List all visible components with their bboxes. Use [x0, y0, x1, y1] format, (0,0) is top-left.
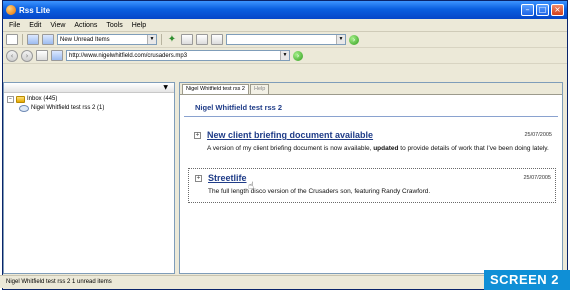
tab-feed[interactable]: Nigel Whitfield test rss 2	[182, 84, 249, 94]
close-button[interactable]: ×	[551, 4, 564, 16]
tree-item-feed[interactable]: Nigel Whitfield test rss 2 (1)	[7, 104, 171, 113]
menu-tools[interactable]: Tools	[106, 22, 122, 29]
search-icon[interactable]	[211, 34, 223, 45]
layout-icon[interactable]	[196, 34, 208, 45]
toolbar-separator	[161, 34, 162, 45]
collapse-icon[interactable]: −	[7, 96, 14, 103]
feed-icon	[19, 105, 29, 112]
hand-cursor-icon: ☝	[248, 181, 255, 192]
chevron-down-icon[interactable]: ▼	[280, 51, 289, 60]
tree-item-inbox[interactable]: − Inbox (445)	[7, 95, 171, 104]
page-icon	[51, 50, 63, 61]
search-go-button[interactable]: ›	[349, 34, 359, 45]
item-body: A version of my client briefing document…	[194, 143, 552, 154]
pane-menu-icon[interactable]: ▼	[163, 84, 168, 91]
tree-item-label: Nigel Whitfield test rss 2 (1)	[31, 105, 105, 111]
feed-tree: − Inbox (445) Nigel Whitfield test rss 2…	[4, 93, 174, 115]
menu-file[interactable]: File	[9, 22, 20, 29]
expand-icon[interactable]: +	[195, 174, 202, 182]
back-button[interactable]: ‹	[6, 49, 18, 62]
item-body-text: to provide details of work that I've bee…	[398, 145, 549, 152]
maximize-button[interactable]: □	[536, 4, 549, 16]
view-selector[interactable]: New Unread Items ▼	[57, 34, 157, 45]
menu-edit[interactable]: Edit	[29, 22, 41, 29]
search-combo[interactable]: ▼	[226, 34, 346, 45]
chevron-down-icon[interactable]: ▼	[336, 35, 345, 44]
menu-bar: File Edit View Actions Tools Help	[3, 19, 567, 32]
new-document-icon[interactable]	[6, 34, 18, 45]
title-bar: Rss Lite – □ ×	[3, 1, 567, 19]
reading-pane: Nigel Whitfield test rss 2 Help Nigel Wh…	[179, 82, 563, 274]
view-selector-value: New Unread Items	[60, 36, 110, 43]
tree-item-label: Inbox (445)	[27, 96, 58, 102]
window-title: Rss Lite	[19, 5, 51, 15]
expand-icon[interactable]: +	[194, 131, 201, 139]
item-body-bold: updated	[373, 145, 399, 152]
save-icon[interactable]	[27, 34, 39, 45]
inbox-icon	[16, 96, 25, 103]
chevron-down-icon[interactable]: ▼	[147, 35, 156, 44]
feed-item: + New client briefing document available…	[188, 126, 556, 159]
refresh-icon[interactable]	[36, 50, 48, 61]
subscribe-icon[interactable]: ✦	[166, 34, 178, 45]
tab-help[interactable]: Help	[250, 84, 270, 94]
item-date: 25/07/2005	[523, 175, 551, 181]
minimize-button[interactable]: –	[521, 4, 534, 16]
forward-button[interactable]: ›	[21, 49, 33, 62]
main-toolbar: New Unread Items ▼ ✦ ▼ ›	[3, 32, 567, 48]
feed-list-icon[interactable]	[42, 34, 54, 45]
menu-actions[interactable]: Actions	[74, 22, 97, 29]
address-url: http://www.nigelwhitfield.com/crusaders.…	[69, 52, 188, 59]
go-button[interactable]: ›	[293, 50, 303, 61]
feed-heading: Nigel Whitfield test rss 2	[184, 95, 558, 117]
tab-strip: Nigel Whitfield test rss 2 Help	[180, 83, 562, 95]
feed-tree-pane: ▼ − Inbox (445) Nigel Whitfield test rss…	[3, 82, 175, 274]
address-toolbar: ‹ › http://www.nigelwhitfield.com/crusad…	[3, 48, 567, 64]
app-logo-icon	[6, 5, 16, 15]
tree-pane-header: ▼	[4, 83, 174, 93]
item-title-link[interactable]: Streetlife	[208, 173, 523, 183]
grid-icon[interactable]	[181, 34, 193, 45]
item-date: 25/07/2005	[524, 132, 552, 138]
menu-help[interactable]: Help	[132, 22, 146, 29]
item-body-text: A version of my client briefing document…	[207, 145, 374, 152]
item-title-link[interactable]: New client briefing document available	[207, 130, 524, 140]
content-area: ▼ − Inbox (445) Nigel Whitfield test rss…	[3, 82, 563, 274]
status-bar: Nigel Whitfield test rss 2 1 unread item…	[0, 275, 564, 288]
toolbar-separator	[22, 34, 23, 45]
feed-item-selected: + Streetlife 25/07/2005 The full length …	[188, 168, 556, 203]
address-bar[interactable]: http://www.nigelwhitfield.com/crusaders.…	[66, 50, 290, 61]
screen-caption: SCREEN 2	[484, 270, 570, 290]
menu-view[interactable]: View	[50, 22, 65, 29]
